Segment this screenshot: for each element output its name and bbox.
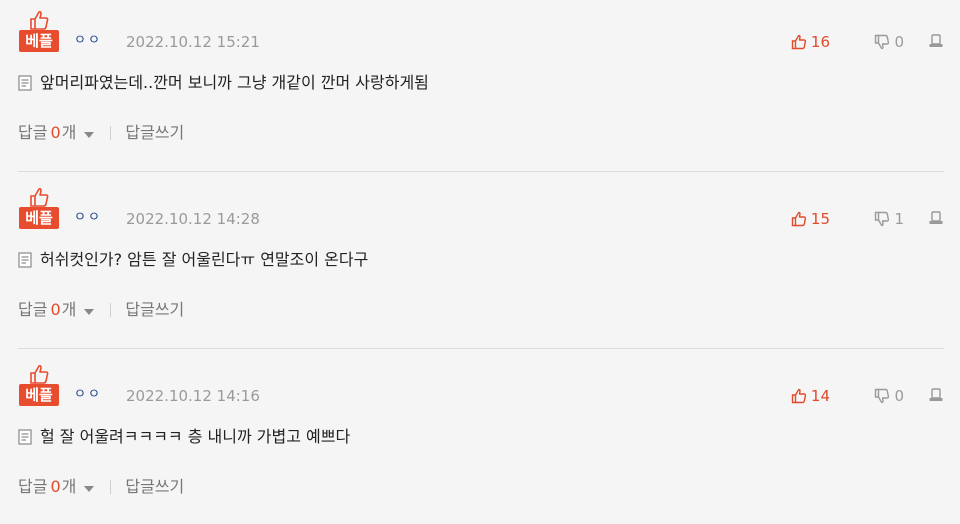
separator	[110, 126, 112, 140]
thumbs-up-icon	[30, 364, 49, 384]
like-count: 15	[810, 210, 830, 228]
reply-unit: 개	[61, 300, 77, 319]
best-label: 베플	[19, 30, 59, 52]
document-icon	[18, 252, 32, 268]
dislike-count: 1	[894, 210, 904, 228]
best-comment-badge: 베플	[19, 364, 59, 406]
like-count: 14	[810, 387, 830, 405]
thumbs-up-icon	[791, 388, 807, 404]
dislike-button[interactable]: 0	[874, 32, 904, 52]
comment-text: 앞머리파였는데..깐머 보니까 그냥 개같이 깐머 사랑하게됨	[40, 73, 429, 92]
comment-body: 헐 잘 어울려ㅋㅋㅋㅋ 층 내니까 가볍고 예쁘다	[18, 426, 350, 448]
reply-bar: 답글 0 개 답글쓰기	[18, 476, 184, 498]
reply-count: 0	[50, 123, 61, 142]
like-count: 16	[810, 33, 830, 51]
thumbs-up-icon	[30, 187, 49, 207]
best-label: 베플	[19, 207, 59, 229]
comment-body: 앞머리파였는데..깐머 보니까 그냥 개같이 깐머 사랑하게됨	[18, 72, 429, 94]
reply-count: 0	[50, 477, 61, 496]
thumbs-down-icon	[875, 211, 890, 227]
comment-body: 허쉬컷인가? 암튼 잘 어울린다ㅠ 연말조이 온다구	[18, 249, 368, 271]
thumbs-down-icon	[875, 34, 890, 50]
reply-toggle[interactable]: 답글 0 개	[18, 476, 95, 498]
report-icon[interactable]	[928, 33, 944, 49]
reply-toggle[interactable]: 답글 0 개	[18, 122, 95, 144]
comment-item: 베플 ㅇㅇ 2022.10.12 15:21 16 0 앞머리파였는데..깐머 …	[0, 0, 960, 170]
thumbs-up-icon	[30, 10, 49, 30]
chevron-down-icon	[84, 308, 95, 315]
reply-bar: 답글 0 개 답글쓰기	[18, 299, 184, 321]
write-reply-button[interactable]: 답글쓰기	[125, 476, 184, 498]
comment-date: 2022.10.12 15:21	[126, 33, 260, 51]
comment-date: 2022.10.12 14:28	[126, 210, 260, 228]
chevron-down-icon	[84, 485, 95, 492]
thumbs-up-icon	[791, 211, 807, 227]
best-label: 베플	[19, 384, 59, 406]
reply-bar: 답글 0 개 답글쓰기	[18, 122, 184, 144]
separator	[110, 480, 112, 494]
comment-text: 허쉬컷인가? 암튼 잘 어울린다ㅠ 연말조이 온다구	[40, 250, 369, 269]
report-icon[interactable]	[928, 387, 944, 403]
like-button[interactable]: 14	[791, 386, 830, 406]
document-icon	[18, 75, 32, 91]
author-nickname[interactable]: ㅇㅇ	[74, 208, 102, 228]
reply-label: 답글	[18, 300, 48, 319]
dislike-count: 0	[894, 387, 904, 405]
like-button[interactable]: 16	[791, 32, 830, 52]
reply-toggle[interactable]: 답글 0 개	[18, 299, 95, 321]
reply-label: 답글	[18, 477, 48, 496]
dislike-button[interactable]: 1	[874, 209, 904, 229]
like-button[interactable]: 15	[791, 209, 830, 229]
dislike-button[interactable]: 0	[874, 386, 904, 406]
thumbs-up-icon	[791, 34, 807, 50]
write-reply-button[interactable]: 답글쓰기	[125, 122, 184, 144]
write-reply-button[interactable]: 답글쓰기	[125, 299, 184, 321]
author-nickname[interactable]: ㅇㅇ	[74, 31, 102, 51]
reply-unit: 개	[61, 123, 77, 142]
divider	[18, 348, 944, 349]
divider	[18, 171, 944, 172]
comment-date: 2022.10.12 14:16	[126, 387, 260, 405]
best-comment-badge: 베플	[19, 187, 59, 229]
comment-item: 베플 ㅇㅇ 2022.10.12 14:16 14 0 헐 잘 어울려ㅋㅋㅋㅋ …	[0, 354, 960, 524]
document-icon	[18, 429, 32, 445]
author-nickname[interactable]: ㅇㅇ	[74, 385, 102, 405]
reply-count: 0	[50, 300, 61, 319]
chevron-down-icon	[84, 131, 95, 138]
best-comment-badge: 베플	[19, 10, 59, 52]
dislike-count: 0	[894, 33, 904, 51]
thumbs-down-icon	[875, 388, 890, 404]
report-icon[interactable]	[928, 210, 944, 226]
reply-label: 답글	[18, 123, 48, 142]
separator	[110, 303, 112, 317]
comment-text: 헐 잘 어울려ㅋㅋㅋㅋ 층 내니까 가볍고 예쁘다	[40, 427, 351, 446]
reply-unit: 개	[61, 477, 77, 496]
comment-item: 베플 ㅇㅇ 2022.10.12 14:28 15 1 허쉬컷인가? 암튼 잘 …	[0, 177, 960, 347]
